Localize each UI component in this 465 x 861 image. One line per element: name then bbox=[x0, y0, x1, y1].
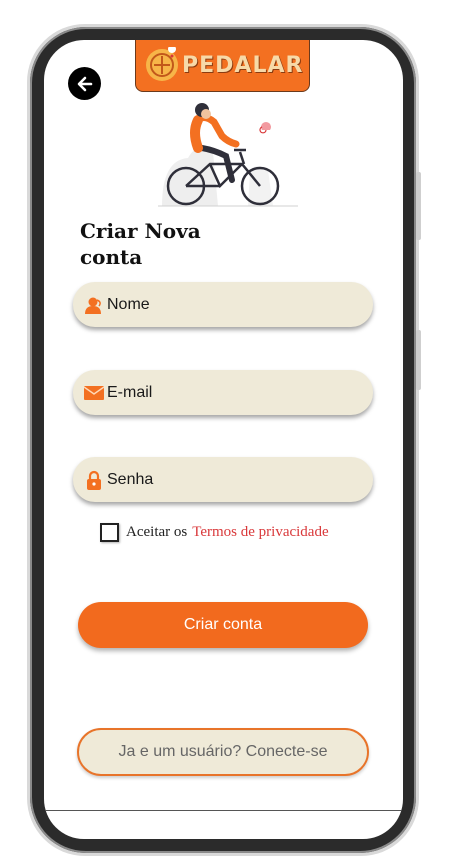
terms-checkbox[interactable] bbox=[100, 523, 119, 542]
back-button[interactable] bbox=[68, 67, 101, 100]
name-field-placeholder: Nome bbox=[107, 295, 150, 313]
app-screen: PEDALAR Criar Nova conta Nome E-mail Sen… bbox=[44, 40, 403, 839]
lock-icon bbox=[83, 470, 105, 490]
terms-row: Aceitar os Termos de privacidade bbox=[100, 523, 329, 542]
bottom-divider bbox=[44, 810, 403, 811]
page-title-text: Criar Nova conta bbox=[80, 219, 201, 269]
terms-link[interactable]: Termos de privacidade bbox=[192, 524, 328, 541]
password-field-placeholder: Senha bbox=[107, 470, 154, 488]
create-account-button[interactable]: Criar conta bbox=[78, 602, 368, 648]
name-field[interactable]: Nome bbox=[73, 282, 373, 327]
page-title: Criar Nova conta bbox=[80, 218, 210, 270]
password-field[interactable]: Senha bbox=[73, 457, 373, 502]
email-field-placeholder: E-mail bbox=[107, 383, 153, 401]
bike-logo-icon bbox=[146, 47, 178, 81]
volume-button bbox=[416, 172, 421, 240]
cyclist-illustration bbox=[158, 103, 298, 207]
app-logo: PEDALAR bbox=[135, 40, 310, 92]
power-button bbox=[416, 330, 421, 390]
user-icon bbox=[83, 295, 105, 315]
terms-label: Aceitar os bbox=[126, 524, 188, 540]
logo-text: PEDALAR bbox=[182, 52, 304, 78]
email-field[interactable]: E-mail bbox=[73, 370, 373, 415]
envelope-icon bbox=[83, 383, 105, 403]
arrow-left-icon bbox=[77, 76, 92, 91]
login-button[interactable]: Ja e um usuário? Conecte-se bbox=[77, 728, 369, 776]
